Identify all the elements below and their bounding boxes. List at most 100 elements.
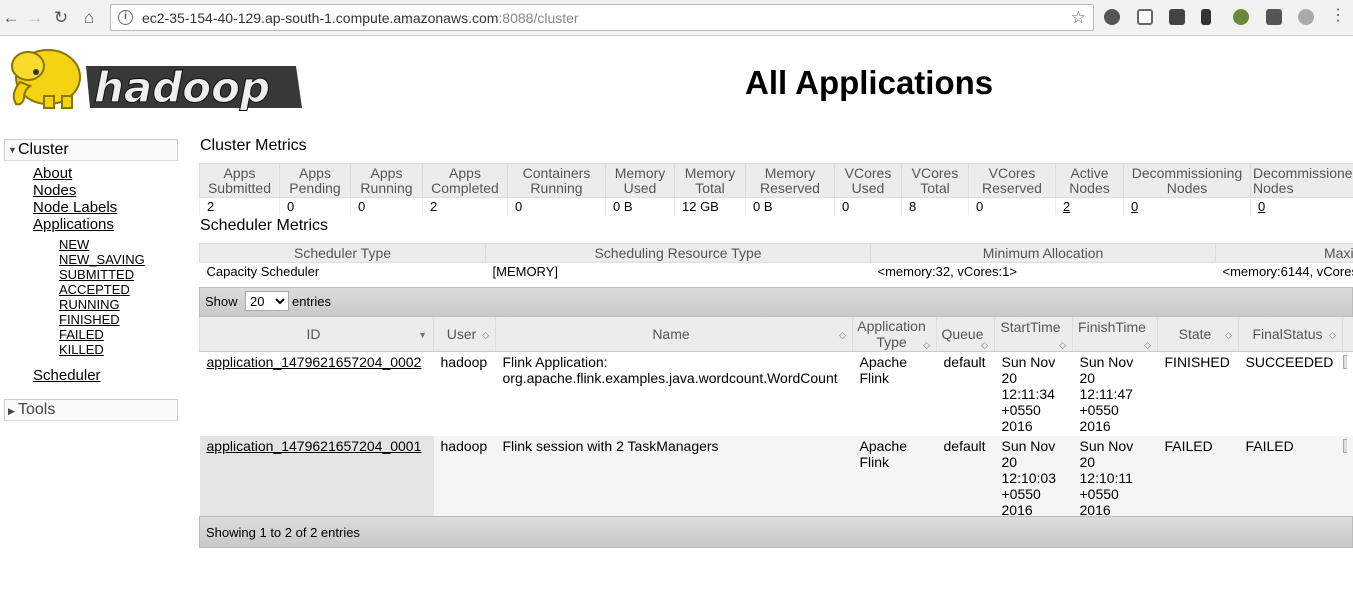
app-id-link[interactable]: application_1479621657204_0001 (207, 438, 422, 454)
back-icon[interactable]: ← (0, 7, 22, 29)
google-g-icon[interactable] (1104, 9, 1120, 25)
bookmark-star-icon[interactable]: ☆ (1071, 8, 1086, 28)
column-header-id[interactable]: ID ▼ (199, 317, 434, 352)
sort-icon: ◇ (1144, 340, 1151, 350)
scheduler-value-row: Capacity Scheduler [MEMORY] <memory:32, … (200, 263, 1353, 281)
sidebar-state-finished[interactable]: FINISHED (59, 312, 120, 327)
sidebar-link-about[interactable]: About (33, 165, 72, 182)
metric-value: 0 (507, 197, 606, 215)
finishtime-cell: Sun Nov 20 12:10:11 +0550 2016 (1072, 435, 1158, 520)
metric-value: 0 (834, 197, 902, 215)
scheduler-header: Maximum Allocation (1215, 243, 1353, 263)
applications-header-row: ID ▼ User ◇ Name ◇ Application Type ◇ Queue ◇… (199, 317, 1353, 352)
settings-icon[interactable]: ⋮ (1330, 8, 1346, 25)
metric-value: 0 (279, 197, 351, 215)
sidebar-link-nodes[interactable]: Nodes (33, 182, 76, 199)
plant-icon[interactable] (1233, 9, 1249, 25)
starttime-cell: Sun Nov 20 12:10:03 +0550 2016 (994, 435, 1073, 520)
column-header-finalstatus[interactable]: FinalStatus ◇ (1238, 317, 1343, 352)
metric-value: 0 B (605, 197, 675, 215)
triangle-down-icon: ▼ (8, 145, 17, 155)
home-icon[interactable]: ⌂ (78, 7, 100, 29)
metrics-header: Apps Completed (422, 163, 508, 198)
starttime-cell: Sun Nov 20 12:11:34 +0550 2016 (994, 351, 1073, 436)
scheduler-header-row: Scheduler Type Scheduling Resource Type … (199, 243, 1353, 263)
skype-icon[interactable] (1298, 9, 1314, 25)
finalstatus-cell: SUCCEEDED (1238, 351, 1343, 436)
scheduler-header: Scheduler Type (199, 243, 486, 263)
show-label: Show (205, 294, 238, 309)
entries-info: Showing 1 to 2 of 2 entries (206, 525, 360, 540)
column-header-finishtime[interactable]: FinishTime ◇ (1072, 317, 1158, 352)
sidebar-state-new-saving[interactable]: NEW_SAVING (59, 252, 145, 267)
sidebar-state-killed[interactable]: KILLED (59, 342, 104, 357)
column-header-type[interactable]: Application Type ◇ (852, 317, 937, 352)
metrics-header: Containers Running (507, 163, 606, 198)
metrics-header: Apps Pending (279, 163, 351, 198)
reload-icon[interactable]: ↻ (50, 7, 72, 29)
sort-icon: ◇ (981, 340, 988, 350)
row-action-cell[interactable] (1342, 351, 1353, 436)
metrics-header: VCores Reserved (968, 163, 1056, 198)
table-row: application_1479621657204_0002 hadoop Fl… (199, 351, 1353, 436)
triangle-right-icon: ▶ (8, 406, 15, 416)
metrics-header: Decommissioned Nodes (1250, 163, 1353, 198)
metric-value: 0 (968, 197, 1056, 215)
app-id-link[interactable]: application_1479621657204_0002 (207, 354, 422, 370)
cluster-metrics-title: Cluster Metrics (200, 137, 307, 154)
block-icon[interactable] (1266, 9, 1282, 25)
finalstatus-cell: FAILED (1238, 435, 1343, 520)
type-cell: Apache Flink (852, 351, 937, 436)
sidebar-link-node-labels[interactable]: Node Labels (33, 199, 117, 216)
active-nodes-link[interactable]: 2 (1055, 197, 1124, 215)
metric-value: 8 (901, 197, 969, 215)
queue-cell: default (936, 351, 995, 436)
column-header-more (1342, 317, 1353, 352)
sort-icon: ◇ (482, 330, 489, 340)
decommissioned-nodes-link[interactable]: 0 (1250, 197, 1353, 215)
column-header-starttime[interactable]: StartTime ◇ (994, 317, 1073, 352)
column-header-name[interactable]: Name ◇ (495, 317, 853, 352)
svg-text:hadoop: hadoop (94, 63, 270, 112)
sidebar-state-running[interactable]: RUNNING (59, 297, 120, 312)
sort-icon: ◇ (839, 330, 846, 340)
sidebar-state-submitted[interactable]: SUBMITTED (59, 267, 134, 282)
column-header-user[interactable]: User ◇ (433, 317, 496, 352)
tools-header[interactable]: ▶ Tools (5, 400, 177, 421)
sidebar-state-failed[interactable]: FAILED (59, 327, 104, 342)
note-icon[interactable] (1169, 9, 1185, 25)
decommissioning-nodes-link[interactable]: 0 (1123, 197, 1251, 215)
column-header-queue[interactable]: Queue ◇ (936, 317, 995, 352)
queue-cell: default (936, 435, 995, 520)
column-header-state[interactable]: State ◇ (1157, 317, 1239, 352)
metrics-header: Active Nodes (1055, 163, 1124, 198)
address-bar[interactable]: i ec2-35-154-40-129.ap-south-1.compute.a… (110, 4, 1094, 31)
name-cell: Flink Application: org.apache.flink.exam… (495, 351, 853, 436)
sort-icon: ◇ (923, 340, 930, 350)
sidebar-link-applications[interactable]: Applications (33, 216, 114, 233)
state-cell: FAILED (1157, 435, 1239, 520)
scheduler-value: [MEMORY] (492, 264, 559, 280)
bookmark-icon[interactable] (1201, 9, 1211, 25)
cluster-header[interactable]: ▼ Cluster (5, 140, 177, 161)
metrics-header: Apps Running (350, 163, 423, 198)
type-cell: Apache Flink (852, 435, 937, 520)
forward-icon[interactable]: → (24, 7, 46, 29)
table-row: application_1479621657204_0001 hadoop Fl… (199, 435, 1353, 520)
sidebar-state-new[interactable]: NEW (59, 237, 89, 252)
metrics-value-row: 2 0 0 2 0 0 B 12 GB 0 B 0 8 0 2 0 0 (199, 197, 1353, 215)
progress-icon (1342, 354, 1347, 369)
sidebar-link-scheduler[interactable]: Scheduler (33, 367, 101, 384)
metrics-header: VCores Used (834, 163, 902, 198)
sidebar-state-accepted[interactable]: ACCEPTED (59, 282, 130, 297)
hadoop-logo: hadoop (6, 42, 306, 116)
state-cell: FINISHED (1157, 351, 1239, 436)
page-size-select[interactable]: 20 (245, 291, 289, 311)
screenshot-icon[interactable] (1137, 9, 1153, 25)
info-icon[interactable]: i (118, 10, 133, 25)
row-action-cell[interactable] (1342, 435, 1353, 520)
metric-value: 2 (422, 197, 508, 215)
user-cell: hadoop (433, 351, 496, 436)
user-cell: hadoop (433, 435, 496, 520)
metric-value: 12 GB (674, 197, 746, 215)
